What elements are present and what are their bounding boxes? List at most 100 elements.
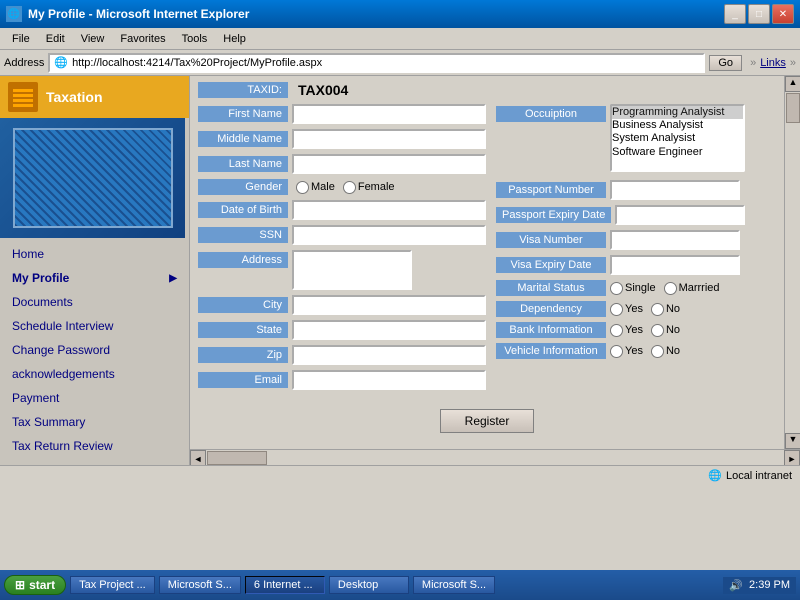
middle-name-input[interactable] — [292, 129, 486, 149]
dependency-yes-radio[interactable] — [610, 303, 623, 316]
h-scroll-track — [206, 450, 784, 466]
taskbar-microsoft-s1[interactable]: Microsoft S... — [159, 576, 241, 594]
taskbar-internet[interactable]: 6 Internet ... — [245, 576, 325, 594]
vehicle-yes-label[interactable]: Yes — [610, 345, 643, 358]
marital-single-radio[interactable] — [610, 282, 623, 295]
horizontal-scrollbar[interactable]: ◄ ► — [190, 449, 800, 465]
visa-number-input[interactable] — [610, 230, 740, 250]
gender-male-label[interactable]: Male — [296, 181, 335, 194]
state-input[interactable] — [292, 320, 486, 340]
occ-opt-0[interactable]: Programming Analysist — [612, 106, 743, 119]
taskbar-tax-project[interactable]: Tax Project ... — [70, 576, 155, 594]
scroll-thumb[interactable] — [786, 93, 800, 123]
ssn-label: SSN — [198, 227, 288, 243]
vertical-scrollbar[interactable]: ▲ ▼ — [784, 76, 800, 449]
dependency-no-radio[interactable] — [651, 303, 664, 316]
visa-number-label: Visa Number — [496, 232, 606, 248]
occupation-label: Occuiption — [496, 106, 606, 122]
menu-view[interactable]: View — [73, 31, 113, 47]
last-name-label: Last Name — [198, 156, 288, 172]
maximize-button[interactable]: □ — [748, 4, 770, 24]
gender-male-radio[interactable] — [296, 181, 309, 194]
menu-tools[interactable]: Tools — [174, 31, 216, 47]
marital-single-label[interactable]: Single — [610, 282, 656, 295]
nav-tax-return-review[interactable]: Tax Return Review — [0, 434, 189, 458]
address-field[interactable]: 🌐 http://localhost:4214/Tax%20Project/My… — [48, 53, 705, 73]
marital-radio-group: Single Marrried — [610, 282, 720, 295]
address-label: Address — [4, 57, 44, 69]
occ-opt-1[interactable]: Business Analysist — [612, 119, 743, 132]
dependency-no-label[interactable]: No — [651, 303, 680, 316]
bank-yes-radio[interactable] — [610, 324, 623, 337]
email-label: Email — [198, 372, 288, 388]
occ-opt-3[interactable]: Software Engineer — [612, 146, 743, 159]
nav-tax-summary[interactable]: Tax Summary — [0, 410, 189, 434]
status-right: 🌐 Local intranet — [708, 469, 792, 482]
h-scroll-thumb[interactable] — [207, 451, 267, 465]
dependency-yes-label[interactable]: Yes — [610, 303, 643, 316]
last-name-input[interactable] — [292, 154, 486, 174]
form-left: First Name Middle Name Last Name Ge — [198, 104, 486, 395]
scroll-left-button[interactable]: ◄ — [190, 450, 206, 466]
scroll-down-button[interactable]: ▼ — [785, 433, 800, 449]
scroll-right-button[interactable]: ► — [784, 450, 800, 466]
sidebar-image — [0, 118, 185, 238]
passport-expiry-row: Passport Expiry Date — [496, 205, 776, 225]
occ-opt-2[interactable]: System Analysist — [612, 132, 743, 145]
taskbar-desktop[interactable]: Desktop — [329, 576, 409, 594]
bank-no-label[interactable]: No — [651, 324, 680, 337]
occupation-dropdown: Programming AnalysistBusiness AnalysistS… — [610, 104, 745, 172]
bank-no-radio[interactable] — [651, 324, 664, 337]
go-button[interactable]: Go — [709, 55, 742, 71]
start-button[interactable]: ⊞ start — [4, 575, 66, 595]
first-name-input[interactable] — [292, 104, 486, 124]
first-name-label: First Name — [198, 106, 288, 122]
occupation-select[interactable]: Programming AnalysistBusiness AnalysistS… — [610, 104, 745, 172]
visa-expiry-input[interactable] — [610, 255, 740, 275]
passport-number-input[interactable] — [610, 180, 740, 200]
city-row: City — [198, 295, 486, 315]
marital-married-label[interactable]: Marrried — [664, 282, 720, 295]
address-input[interactable] — [292, 250, 412, 290]
nav-change-password[interactable]: Change Password — [0, 338, 189, 362]
close-button[interactable]: ✕ — [772, 4, 794, 24]
zone-icon: 🌐 — [708, 469, 722, 482]
menu-help[interactable]: Help — [215, 31, 254, 47]
nav-my-profile[interactable]: My Profile ▶ — [0, 266, 189, 290]
vehicle-no-label[interactable]: No — [651, 345, 680, 358]
nav-documents[interactable]: Documents — [0, 290, 189, 314]
gender-female-label[interactable]: Female — [343, 181, 395, 194]
city-input[interactable] — [292, 295, 486, 315]
menu-edit[interactable]: Edit — [38, 31, 73, 47]
gender-female-radio[interactable] — [343, 181, 356, 194]
nav-acknowledgements[interactable]: acknowledgements — [0, 362, 189, 386]
nav-schedule-interview[interactable]: Schedule Interview — [0, 314, 189, 338]
menu-file[interactable]: File — [4, 31, 38, 47]
vehicle-no-radio[interactable] — [651, 345, 664, 358]
marital-status-label: Marital Status — [496, 280, 606, 296]
links-button[interactable]: Links — [760, 57, 786, 69]
nav-home[interactable]: Home — [0, 242, 189, 266]
bank-yes-label[interactable]: Yes — [610, 324, 643, 337]
email-input[interactable] — [292, 370, 486, 390]
ssn-input[interactable] — [292, 225, 486, 245]
dob-label: Date of Birth — [198, 202, 288, 218]
window-icon: 🌐 — [6, 6, 22, 22]
gender-radio-group: Male Female — [296, 181, 395, 194]
nav-payment[interactable]: Payment — [0, 386, 189, 410]
content-scroll: TAXID: TAX004 First Name Middle Name — [190, 76, 800, 449]
register-button[interactable]: Register — [440, 409, 535, 433]
scroll-up-button[interactable]: ▲ — [785, 76, 800, 92]
form-top-row: TAXID: TAX004 — [198, 82, 776, 98]
vehicle-yes-radio[interactable] — [610, 345, 623, 358]
passport-expiry-input[interactable] — [615, 205, 745, 225]
vehicle-info-label: Vehicle Information — [496, 343, 606, 359]
taskbar-microsoft-s2[interactable]: Microsoft S... — [413, 576, 495, 594]
register-section: Register — [198, 409, 776, 433]
minimize-button[interactable]: _ — [724, 4, 746, 24]
dob-input[interactable] — [292, 200, 486, 220]
zip-input[interactable] — [292, 345, 486, 365]
marital-married-radio[interactable] — [664, 282, 677, 295]
menu-favorites[interactable]: Favorites — [112, 31, 173, 47]
address-row: Address — [198, 250, 486, 290]
